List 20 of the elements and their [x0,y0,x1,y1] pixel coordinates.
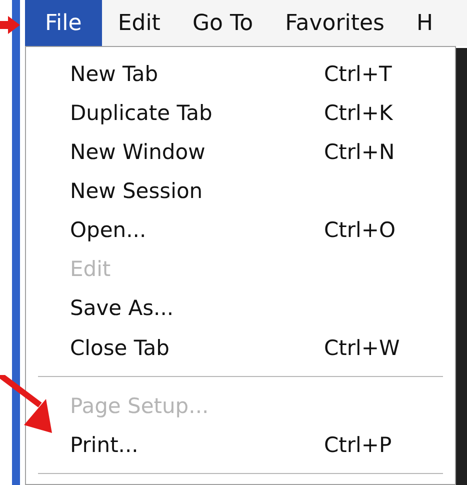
menu-item[interactable]: Save As... [26,290,455,329]
menu-item[interactable]: New Session [26,172,455,212]
shortcut-label: Ctrl+W [324,334,400,362]
menu-bar-item[interactable]: File [25,0,102,46]
menu-item[interactable]: Duplicate Tab Ctrl+K [26,94,455,134]
shortcut-label: Ctrl+O [324,217,396,244]
menu-item[interactable]: New Window Ctrl+N [26,133,455,172]
menu-bar-item[interactable]: Edit [102,0,176,46]
menu-item[interactable]: New Tab Ctrl+T [26,55,455,94]
shortcut-label: Ctrl+K [324,100,393,127]
menu-item[interactable]: Print... Ctrl+P [26,426,455,466]
menu-item[interactable]: Open... Ctrl+O [26,211,455,251]
menu-bar-item[interactable]: Favorites [269,0,400,46]
shortcut-label: Ctrl+T [324,60,392,88]
menu-item[interactable]: Close Tab Ctrl+W [26,328,455,368]
arrow [0,14,22,36]
menu-bar-item[interactable]: H [400,0,450,46]
shortcut-label: Ctrl+P [324,432,392,459]
menu-bar-item[interactable]: Go To [176,0,270,46]
shortcut-label: Ctrl+N [324,139,395,166]
